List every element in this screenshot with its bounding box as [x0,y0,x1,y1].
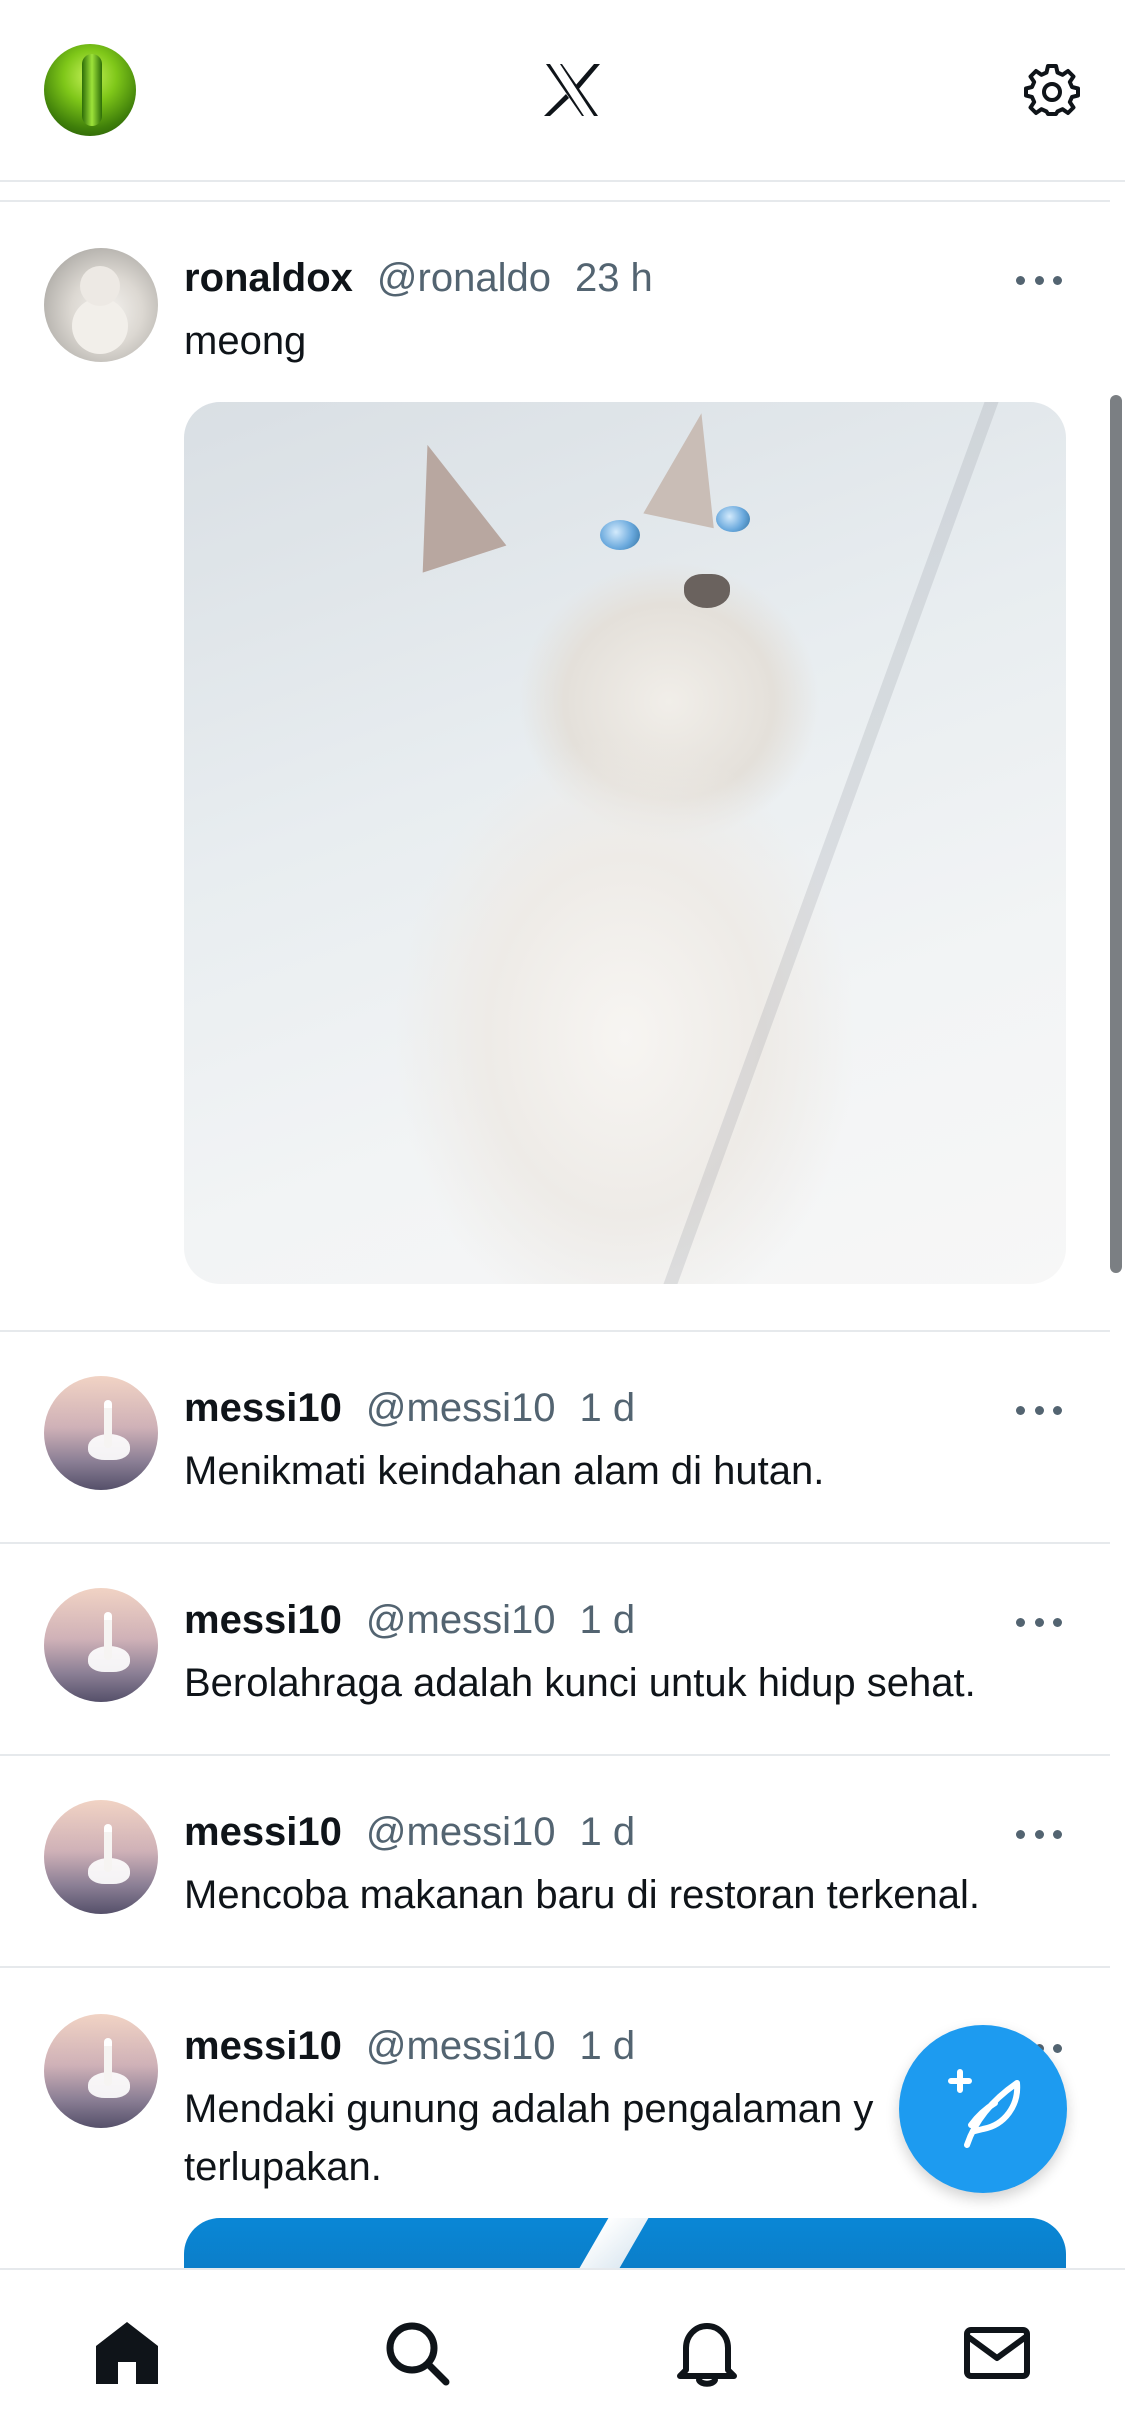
tweet-author-name[interactable]: messi10 [184,1386,342,1431]
timeline-feed[interactable]: ronaldox @ronaldo 23 h meong messi10 @me… [0,202,1110,2268]
more-options-icon[interactable] [1016,274,1062,286]
image-detail [716,506,750,532]
scrollbar[interactable] [1110,395,1122,1273]
more-options-icon[interactable] [1016,1404,1062,1416]
tweet-timestamp[interactable]: 1 d [579,1386,635,1431]
top-header [0,0,1125,182]
tweet-image[interactable] [184,2218,1066,2268]
tweet-text: Menikmati keindahan alam di hutan. [184,1449,825,1493]
tweet-image[interactable] [184,402,1066,1284]
tweet-author-name[interactable]: messi10 [184,1810,342,1855]
tweet-author-handle[interactable]: @ronaldo [377,256,551,301]
search-icon[interactable] [382,2318,452,2388]
bell-icon[interactable] [672,2318,742,2388]
user-avatar[interactable] [44,1588,158,1702]
user-avatar[interactable] [44,2014,158,2128]
bottom-tab-bar [0,2268,1125,2436]
image-detail [684,574,730,608]
tweet-timestamp[interactable]: 23 h [575,256,653,301]
tweet-author-name[interactable]: messi10 [184,1598,342,1643]
tweet-text: Berolahraga adalah kunci untuk hidup seh… [184,1661,976,1705]
tweet[interactable]: ronaldox @ronaldo 23 h meong [0,202,1110,1332]
tweet-author-handle[interactable]: @messi10 [366,1810,556,1855]
home-icon[interactable] [92,2318,162,2388]
tweet-author-name[interactable]: ronaldox [184,256,353,301]
compose-button[interactable] [899,2025,1067,2193]
tweet-timestamp[interactable]: 1 d [579,2024,635,2069]
image-detail [600,520,640,550]
gear-icon[interactable] [1024,62,1080,118]
tweet-timestamp[interactable]: 1 d [579,1810,635,1855]
tweet-author-handle[interactable]: @messi10 [366,2024,556,2069]
image-detail [385,431,507,573]
image-detail [663,402,999,1284]
user-avatar[interactable] [44,1800,158,1914]
more-options-icon[interactable] [1016,1828,1062,1840]
tweet[interactable]: messi10 @messi10 1 d Menikmati keindahan… [0,1332,1110,1544]
compose-feather-icon [948,2069,1021,2148]
tweet-author-handle[interactable]: @messi10 [366,1386,556,1431]
user-avatar[interactable] [44,1376,158,1490]
tweet[interactable]: messi10 @messi10 1 d Mencoba makanan bar… [0,1756,1110,1968]
profile-avatar[interactable] [44,44,136,136]
more-options-icon[interactable] [1016,1616,1062,1628]
tweet-author-name[interactable]: messi10 [184,2024,342,2069]
user-avatar[interactable] [44,248,158,362]
tweet-text: Mencoba makanan baru di restoran terkena… [184,1873,981,1917]
mail-icon[interactable] [962,2318,1032,2388]
tweet[interactable]: messi10 @messi10 1 d Berolahraga adalah … [0,1544,1110,1756]
tweet-timestamp[interactable]: 1 d [579,1598,635,1643]
x-logo-icon[interactable] [542,62,602,118]
tweet-text: Mendaki gunung adalah pengalaman y terlu… [184,2087,874,2189]
tweet-author-handle[interactable]: @messi10 [366,1598,556,1643]
tweet-text: meong [184,319,307,363]
